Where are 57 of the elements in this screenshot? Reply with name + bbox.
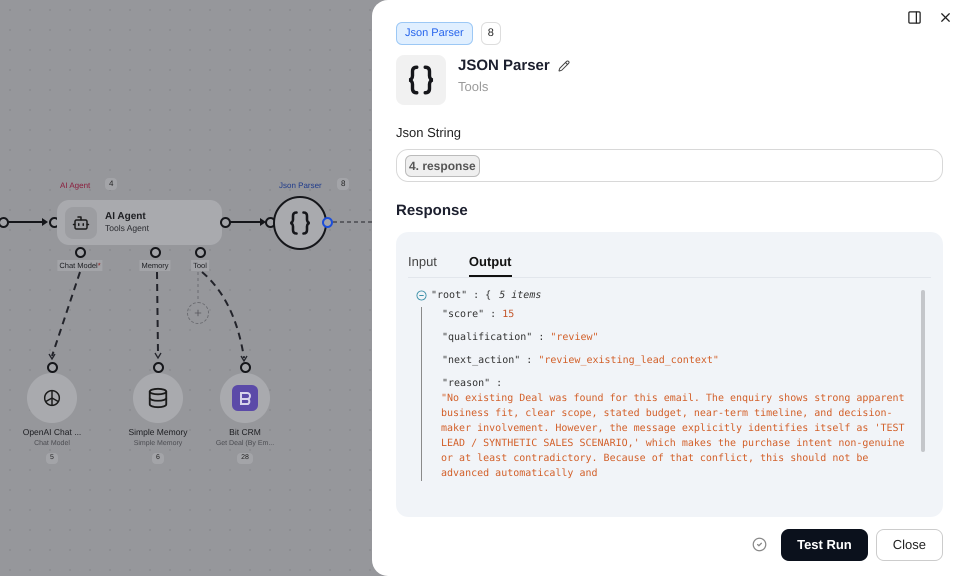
node-title: Bit CRM bbox=[229, 426, 261, 439]
response-tab[interactable]: Input bbox=[408, 252, 437, 277]
scrollbar[interactable] bbox=[921, 290, 925, 452]
json-key: "root" : { bbox=[431, 288, 492, 303]
tool-node[interactable] bbox=[133, 373, 183, 423]
test-run-button[interactable]: Test Run bbox=[781, 528, 868, 560]
node-title: JSON Parser bbox=[458, 56, 550, 76]
node-count: 8 bbox=[337, 178, 350, 190]
connection-port[interactable] bbox=[150, 247, 161, 258]
edit-button[interactable] bbox=[558, 60, 570, 72]
connection-port[interactable] bbox=[195, 247, 206, 258]
node-title: OpenAI Chat ... bbox=[22, 426, 82, 439]
json-key: "score" : bbox=[442, 307, 496, 322]
node-type-tag: Json Parser bbox=[396, 22, 473, 44]
field-label: Json String bbox=[396, 124, 462, 142]
node-title: AI Agent bbox=[105, 210, 147, 224]
section-heading: Response bbox=[396, 201, 469, 221]
connection-arrow bbox=[230, 218, 266, 226]
tool-node[interactable] bbox=[220, 373, 270, 423]
dashed-connector bbox=[333, 221, 372, 223]
item-count: 5 items bbox=[499, 289, 542, 303]
json-value: 15 bbox=[502, 308, 514, 322]
json-key: "reason" : bbox=[442, 376, 921, 391]
node-subtitle: Tools Agent bbox=[105, 223, 149, 234]
node-count: 4 bbox=[105, 178, 118, 190]
connection-port[interactable] bbox=[240, 362, 251, 373]
connection-port[interactable] bbox=[0, 217, 9, 228]
close-button[interactable] bbox=[938, 10, 953, 25]
connection-port[interactable] bbox=[75, 247, 86, 258]
collapse-icon[interactable] bbox=[416, 290, 427, 301]
check-circle-icon bbox=[752, 537, 768, 552]
json-string-field[interactable]: 4. response bbox=[396, 149, 943, 182]
response-tab[interactable]: Output bbox=[468, 252, 512, 277]
node-title: Simple Memory bbox=[128, 426, 188, 439]
robot-icon bbox=[65, 206, 97, 238]
connection-port[interactable] bbox=[153, 362, 164, 373]
tool-node[interactable] bbox=[27, 373, 77, 423]
node-label: Json Parser bbox=[279, 180, 322, 192]
connection-port[interactable] bbox=[47, 362, 58, 373]
database-icon bbox=[147, 387, 169, 409]
close-button[interactable]: Close bbox=[876, 528, 943, 560]
json-value: "No existing Deal was found for this email. The enquiry shows strong apparent business fit, clear scope, stated budget, near-term timeline, and decision-maker involvement. However, the message explicitly identifies itself as 'TEST LEAD / SYNTHETIC SALES SCENARIO,' which makes the purchase intent non-genuine or at least contradictory. Because of that conflict, this should not be advanced automatically and bbox=[441, 392, 906, 481]
json-key: "qualification" : bbox=[442, 330, 544, 345]
connection-port[interactable] bbox=[220, 217, 231, 228]
connection-arrow bbox=[6, 218, 48, 226]
crm-logo-icon bbox=[232, 385, 258, 411]
split-view-button[interactable] bbox=[907, 10, 922, 25]
node-label: AI Agent bbox=[60, 180, 90, 192]
json-value: "review_existing_lead_context" bbox=[538, 354, 719, 368]
json-parser-node[interactable] bbox=[273, 196, 327, 250]
json-key: "next_action" : bbox=[442, 353, 532, 368]
node-category: Tools bbox=[458, 78, 490, 96]
agent-node[interactable]: AI Agent Tools Agent bbox=[57, 200, 222, 245]
variable-chip[interactable]: 4. response bbox=[405, 154, 480, 176]
plus-icon bbox=[193, 308, 203, 318]
node-count: 8 bbox=[480, 22, 501, 44]
json-value: "review" bbox=[550, 331, 599, 345]
